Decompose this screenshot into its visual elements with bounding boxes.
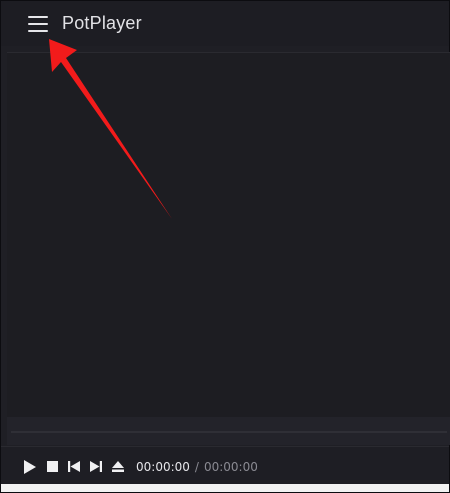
stop-icon [47,461,58,472]
play-icon [24,459,36,474]
seek-track [11,431,447,433]
menu-bar-line [28,15,48,18]
hamburger-menu-icon[interactable] [28,15,48,32]
total-time: 00:00:00 [203,459,258,474]
title-bar: PotPlayer [1,1,449,46]
eject-icon [112,461,124,472]
time-separator: / [194,459,199,474]
playback-controls: 00:00:00 / 00:00:00 [1,446,449,486]
skip-previous-icon [68,461,80,472]
window-bottom-edge [1,484,449,492]
stop-button[interactable] [47,461,58,472]
eject-button[interactable] [112,461,124,472]
menu-bar-line [28,29,48,32]
video-display-area[interactable] [7,52,450,417]
next-button[interactable] [90,461,102,472]
potplayer-window: PotPlayer 00:00:00 / 00:00:00 [0,0,450,493]
skip-next-icon [90,461,102,472]
previous-button[interactable] [68,461,80,472]
play-button[interactable] [23,459,37,474]
current-time: 00:00:00 [136,459,190,474]
app-title: PotPlayer [62,13,142,33]
menu-bar-line [28,22,48,25]
seek-bar[interactable] [7,417,450,445]
